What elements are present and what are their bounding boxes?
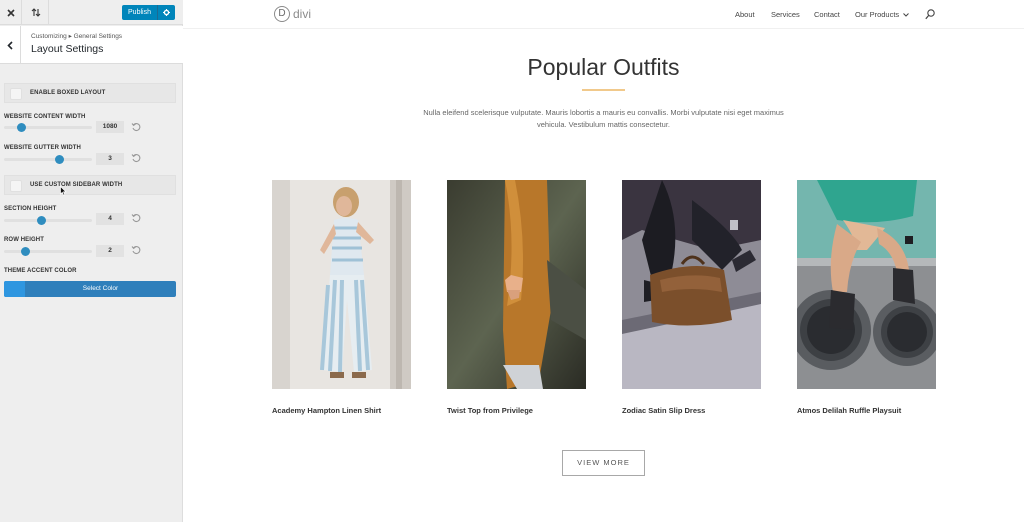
enable-boxed-layout-checkbox[interactable]: ENABLE BOXED LAYOUT	[4, 83, 176, 103]
slider-handle[interactable]	[55, 155, 65, 164]
color-swatch[interactable]	[4, 281, 25, 297]
reset-icon[interactable]	[131, 213, 141, 223]
product-title[interactable]: Atmos Delilah Ruffle Playsuit	[797, 406, 901, 415]
product-title[interactable]: Academy Hampton Linen Shirt	[272, 406, 381, 415]
checkbox-label: ENABLE BOXED LAYOUT	[30, 90, 106, 96]
content-width-label: WEBSITE CONTENT WIDTH	[4, 114, 86, 120]
logo-mark: D	[274, 6, 290, 22]
section-height-slider[interactable]	[4, 216, 92, 225]
gutter-width-label: WEBSITE GUTTER WIDTH	[4, 145, 81, 151]
row-height-slider[interactable]	[4, 247, 92, 256]
undo-redo-icon[interactable]	[23, 0, 49, 25]
nav-item-contact[interactable]: Contact	[814, 10, 840, 19]
product-image[interactable]	[797, 180, 936, 389]
publish-button[interactable]: Publish	[122, 5, 175, 20]
intro-text: Nulla eleifend scelerisque vulputate. Ma…	[423, 108, 784, 129]
product-image[interactable]	[272, 180, 411, 389]
product-image[interactable]	[447, 180, 586, 389]
title-divider	[582, 89, 625, 91]
custom-sidebar-width-checkbox[interactable]: USE CUSTOM SIDEBAR WIDTH	[4, 175, 176, 195]
logo-word: divi	[293, 7, 312, 21]
slider-handle[interactable]	[37, 216, 47, 225]
row-height-label: ROW HEIGHT	[4, 237, 44, 243]
select-color-button[interactable]: Select Color	[4, 281, 176, 297]
site-preview: D divi About Services Contact Our Produc…	[183, 0, 1024, 522]
section-title: Layout Settings	[31, 43, 104, 55]
product-title[interactable]: Twist Top from Privilege	[447, 406, 533, 415]
row-height-value[interactable]: 2	[96, 245, 124, 257]
page-title: Popular Outfits	[527, 54, 680, 80]
section-height-label: SECTION HEIGHT	[4, 206, 57, 212]
checkbox-box[interactable]	[10, 180, 22, 192]
slider-handle[interactable]	[21, 247, 31, 256]
section-height-value[interactable]: 4	[96, 213, 124, 225]
chevron-down-icon	[903, 13, 910, 17]
search-icon[interactable]	[925, 9, 935, 20]
checkbox-label: USE CUSTOM SIDEBAR WIDTH	[30, 182, 123, 188]
gear-icon[interactable]	[158, 9, 175, 16]
nav-item-services[interactable]: Services	[771, 10, 800, 19]
theme-accent-color-label: THEME ACCENT COLOR	[4, 268, 77, 274]
site-header: D divi About Services Contact Our Produc…	[183, 0, 1024, 29]
view-more-button[interactable]: VIEW MORE	[562, 450, 645, 476]
checkbox-box[interactable]	[10, 88, 22, 100]
product-image[interactable]	[622, 180, 761, 389]
select-color-label: Select Color	[82, 285, 119, 292]
section-header: Customizing ▸ General Settings Layout Se…	[0, 26, 183, 64]
content-width-value[interactable]: 1080	[96, 121, 124, 133]
nav-item-about[interactable]: About	[735, 10, 755, 19]
chevron-left-icon	[7, 40, 13, 50]
gutter-width-slider[interactable]	[4, 155, 92, 164]
customizer-panel: Publish Customizing ▸ General Settings L…	[0, 0, 183, 522]
gutter-width-value[interactable]: 3	[96, 153, 124, 165]
reset-icon[interactable]	[131, 245, 141, 255]
product-title[interactable]: Zodiac Satin Slip Dress	[622, 406, 705, 415]
reset-icon[interactable]	[131, 153, 141, 163]
content-width-slider[interactable]	[4, 123, 92, 132]
site-logo[interactable]: D divi	[274, 5, 311, 23]
slider-handle[interactable]	[16, 123, 26, 132]
mouse-pointer-icon	[60, 186, 67, 196]
publish-label: Publish	[122, 5, 158, 20]
nav-item-our-products[interactable]: Our Products	[855, 10, 910, 19]
back-button[interactable]	[0, 26, 21, 64]
reset-icon[interactable]	[131, 122, 141, 132]
nav-item-label: Our Products	[855, 10, 900, 19]
breadcrumb: Customizing ▸ General Settings	[31, 33, 123, 40]
close-icon[interactable]	[0, 0, 22, 25]
customizer-toolbar: Publish	[0, 0, 183, 25]
